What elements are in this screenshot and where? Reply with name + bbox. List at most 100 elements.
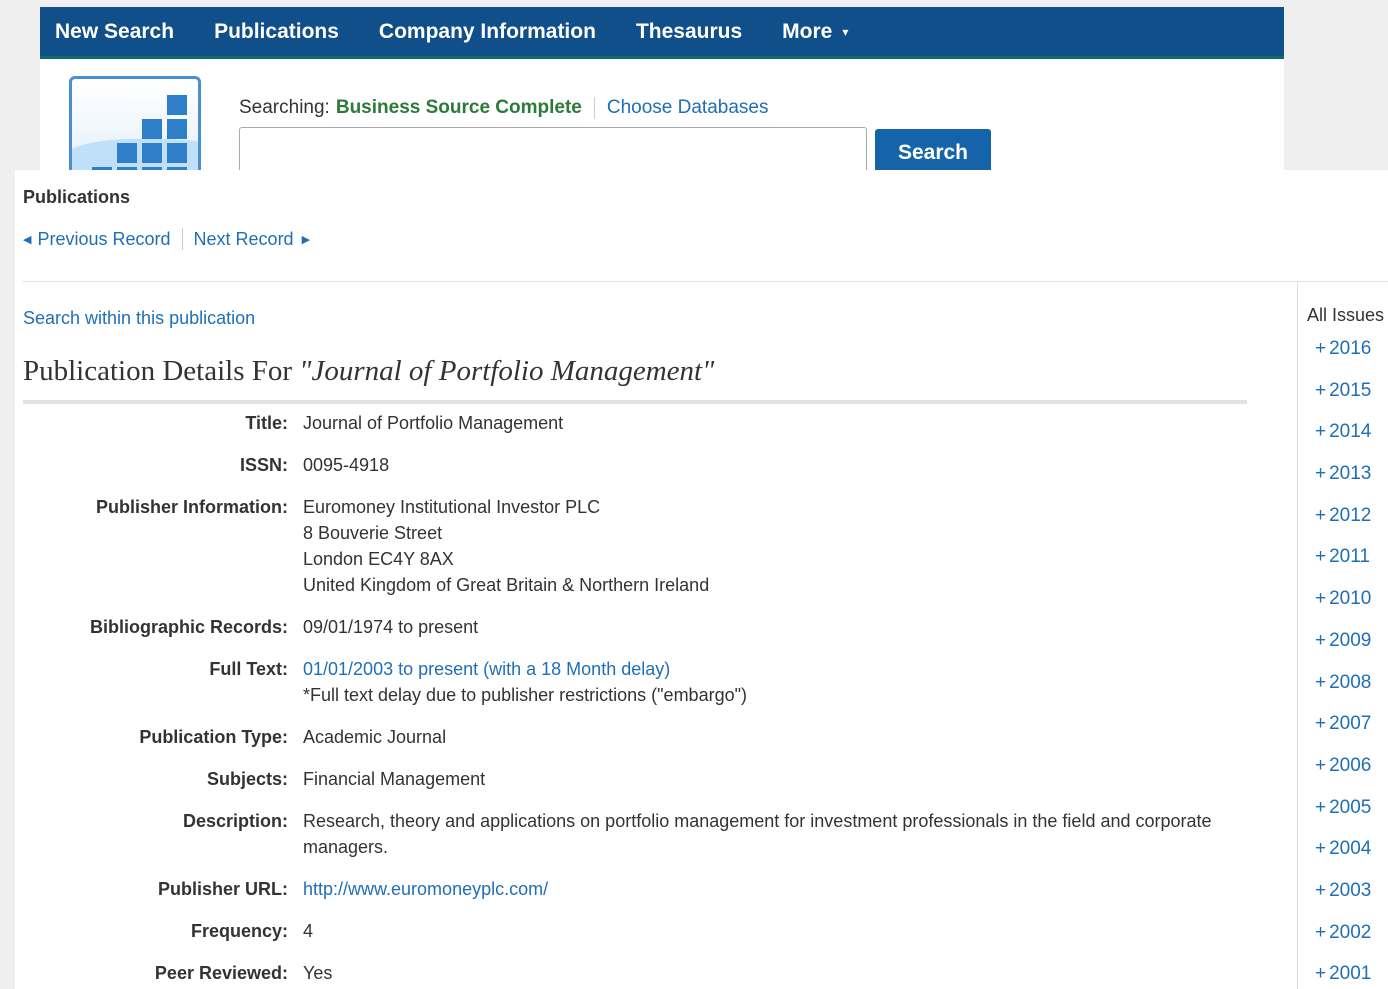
detail-row-publisher: Publisher Information: Euromoney Institu…: [15, 494, 1275, 598]
issue-year-label: 2001: [1329, 963, 1372, 985]
expand-plus-icon: +: [1315, 796, 1327, 818]
detail-value: Euromoney Institutional Investor PLC 8 B…: [303, 494, 1233, 598]
search-within-publication-link[interactable]: Search within this publication: [23, 308, 255, 329]
issue-year-2002[interactable]: +2002: [1315, 922, 1371, 964]
issue-year-label: 2015: [1329, 379, 1372, 401]
next-record-label: Next Record: [193, 228, 294, 249]
expand-plus-icon: +: [1315, 921, 1327, 943]
triangle-left-icon: ◀: [23, 233, 32, 246]
detail-value: 09/01/1974 to present: [303, 617, 479, 637]
next-record-link[interactable]: Next Record ▶: [194, 229, 311, 250]
expand-plus-icon: +: [1315, 879, 1327, 901]
expand-plus-icon: +: [1315, 754, 1327, 776]
detail-row-bibliographic-records: Bibliographic Records: 09/01/1974 to pre…: [15, 614, 1275, 640]
issue-year-label: 2010: [1329, 588, 1372, 610]
expand-plus-icon: +: [1315, 671, 1327, 693]
detail-row-publication-type: Publication Type: Academic Journal: [15, 724, 1275, 750]
detail-label: Title:: [245, 413, 288, 433]
selected-database: Business Source Complete: [335, 97, 582, 118]
publication-detail-page: Publications ◀ Previous Record Next Reco…: [15, 170, 1388, 989]
search-button[interactable]: Search: [875, 129, 991, 170]
publisher-name: Euromoney Institutional Investor PLC: [303, 497, 601, 517]
page-title: Publication Details For "Journal of Port…: [23, 355, 714, 388]
divider: [23, 281, 1388, 282]
issue-year-2008[interactable]: +2008: [1315, 672, 1371, 714]
issue-year-2004[interactable]: +2004: [1315, 838, 1371, 880]
divider: [181, 228, 183, 250]
issue-year-2014[interactable]: +2014: [1315, 421, 1371, 463]
detail-label: Publisher URL:: [157, 879, 288, 899]
detail-row-frequency: Frequency: 4: [15, 918, 1275, 944]
detail-value: Financial Management: [303, 769, 486, 789]
issue-year-2009[interactable]: +2009: [1315, 630, 1371, 672]
expand-plus-icon: +: [1315, 713, 1327, 735]
issue-year-label: 2016: [1329, 338, 1372, 359]
issue-year-2015[interactable]: +2015: [1315, 380, 1371, 422]
issue-year-label: 2014: [1329, 421, 1372, 443]
detail-value: 0095-4918: [303, 455, 390, 475]
publisher-country: United Kingdom of Great Britain & Northe…: [303, 575, 710, 595]
previous-record-link[interactable]: ◀ Previous Record: [23, 229, 171, 250]
detail-label: Subjects:: [206, 769, 288, 789]
detail-label: Publisher Information:: [95, 497, 288, 517]
issue-year-label: 2004: [1329, 838, 1372, 860]
detail-label: Frequency:: [190, 921, 288, 941]
issue-year-2013[interactable]: +2013: [1315, 463, 1371, 505]
detail-row-issn: ISSN: 0095-4918: [15, 452, 1275, 478]
issue-year-label: 2003: [1329, 879, 1372, 901]
detail-value: Academic Journal: [303, 727, 447, 747]
expand-plus-icon: +: [1315, 588, 1327, 610]
detail-label: Full Text:: [209, 659, 288, 679]
expand-plus-icon: +: [1315, 379, 1327, 401]
nav-more-label: More: [782, 19, 833, 43]
page-title-prefix: Publication Details For: [23, 355, 300, 387]
chevron-down-icon: ▾: [842, 24, 849, 39]
detail-row-description: Description: Research, theory and applic…: [15, 808, 1275, 860]
detail-label: ISSN:: [239, 455, 288, 475]
detail-row-title: Title: Journal of Portfolio Management: [15, 410, 1275, 436]
issue-year-2006[interactable]: +2006: [1315, 755, 1371, 797]
detail-row-publisher-url: Publisher URL: http://www.euromoneyplc.c…: [15, 876, 1275, 902]
issue-year-2001[interactable]: +2001: [1315, 963, 1371, 989]
nav-thesaurus[interactable]: Thesaurus: [616, 7, 762, 56]
publisher-street: 8 Bouverie Street: [303, 523, 443, 543]
detail-value: Yes: [303, 963, 333, 983]
issue-year-2016[interactable]: +2016: [1315, 338, 1371, 380]
issue-year-label: 2009: [1329, 629, 1372, 651]
issue-year-2010[interactable]: +2010: [1315, 588, 1371, 630]
issue-year-2007[interactable]: +2007: [1315, 713, 1371, 755]
issue-year-2012[interactable]: +2012: [1315, 505, 1371, 547]
choose-databases-link[interactable]: Choose Databases: [607, 97, 769, 119]
detail-value: 4: [303, 921, 314, 941]
publisher-url-link[interactable]: http://www.euromoneyplc.com/: [303, 879, 548, 899]
issue-year-label: 2006: [1329, 754, 1372, 776]
breadcrumb: Publications: [23, 187, 131, 207]
nav-company-information[interactable]: Company Information: [359, 7, 616, 56]
issues-year-list: +2016 +2015 +2014 +2013 +2012 +2011 +201…: [1315, 338, 1371, 989]
previous-record-label: Previous Record: [37, 228, 171, 249]
expand-plus-icon: +: [1315, 546, 1327, 568]
searching-database-line: Searching: Business Source Complete Choo…: [239, 97, 768, 119]
nav-new-search[interactable]: New Search: [40, 7, 194, 56]
detail-row-peer-reviewed: Peer Reviewed: Yes: [15, 960, 1275, 986]
business-source-logo-icon: [69, 76, 201, 170]
detail-value: http://www.euromoneyplc.com/: [303, 876, 1233, 902]
search-input[interactable]: [239, 127, 867, 170]
all-issues-heading: All Issues: [1307, 305, 1385, 325]
expand-plus-icon: +: [1315, 463, 1327, 485]
detail-label: Publication Type:: [139, 727, 288, 747]
detail-value: Research, theory and applications on por…: [303, 811, 1212, 857]
issue-year-label: 2002: [1329, 921, 1372, 943]
issue-year-label: 2011: [1329, 546, 1370, 568]
expand-plus-icon: +: [1315, 338, 1327, 359]
detail-value: 01/01/2003 to present (with a 18 Month d…: [303, 656, 1233, 708]
nav-more-menu[interactable]: More ▾: [762, 7, 868, 56]
full-text-link[interactable]: 01/01/2003 to present (with a 18 Month d…: [303, 659, 670, 679]
detail-label: Peer Reviewed:: [154, 963, 288, 983]
issue-year-2003[interactable]: +2003: [1315, 880, 1371, 922]
issue-year-2011[interactable]: +2011: [1315, 546, 1371, 588]
issue-year-2005[interactable]: +2005: [1315, 797, 1371, 839]
nav-publications[interactable]: Publications: [194, 7, 359, 56]
issue-year-label: 2005: [1329, 796, 1372, 818]
page-title-publication: "Journal of Portfolio Management": [299, 355, 715, 387]
